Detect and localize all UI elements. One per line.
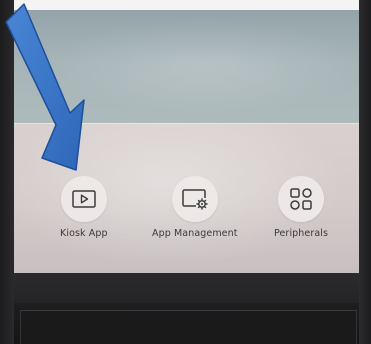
background-wall [0,0,371,10]
peripherals-label: Peripherals [274,228,329,239]
screen-gear-icon [182,189,208,210]
monitor-bezel-right [359,0,371,344]
kiosk-app-label: Kiosk App [60,228,108,239]
play-screen-icon [72,190,96,208]
monitor-photo: Kiosk App App Management Peripherals [0,0,371,344]
kiosk-app-button[interactable]: Kiosk App [60,176,108,239]
monitor-bezel-left [0,0,14,344]
peripherals-icon-circle [278,176,325,222]
app-management-icon-circle [171,176,218,222]
screen-bottom-bar [14,273,359,303]
kiosk-app-icon-circle [60,176,107,222]
monitor-bezel-edge [20,310,357,344]
app-management-label: App Management [152,228,238,239]
app-management-button[interactable]: App Management [152,176,238,239]
shapes-icon [290,188,312,210]
screen-content-area [14,10,359,123]
peripherals-button[interactable]: Peripherals [274,176,328,239]
